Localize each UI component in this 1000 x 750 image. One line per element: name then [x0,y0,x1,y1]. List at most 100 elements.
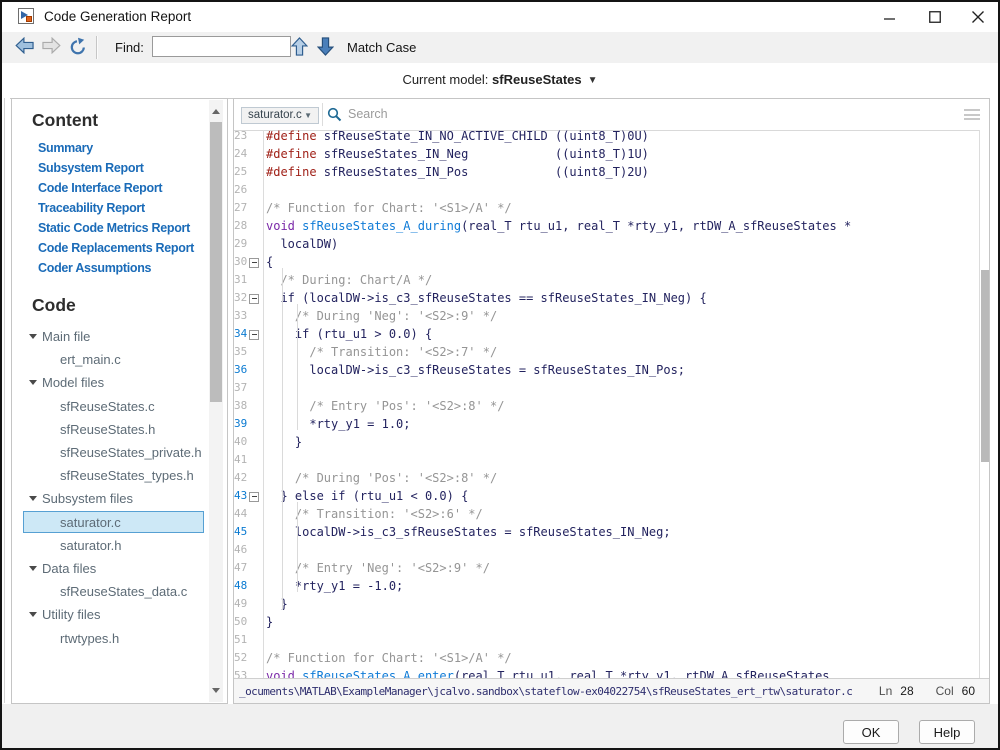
tree-item[interactable]: Data files [12,557,227,580]
code-panel: saturator.c ▼ Search 23 #define sfReuseSt… [233,98,990,704]
code-line: 42 /* During 'Pos': '<S2>:8' */ [234,469,980,487]
line-number[interactable]: 39 [234,415,247,433]
line-number[interactable]: 34 [234,325,247,343]
content-link[interactable]: Code Replacements Report [38,238,194,258]
tree-item-label: sfReuseStates_private.h [60,441,202,464]
tree-item[interactable]: sfReuseStates_data.c [12,580,227,603]
scroll-down-icon[interactable] [212,688,220,693]
toolbar-separator [96,36,98,59]
current-model-bar: Current model: sfReuseStates▼ [2,63,998,98]
minimize-button[interactable] [874,2,906,31]
tree-item[interactable]: saturator.h [12,534,227,557]
code-line: 29 localDW) [234,235,980,253]
line-number: 52 [234,649,247,667]
content-link[interactable]: Summary [38,138,93,158]
find-previous-button[interactable] [291,37,313,58]
tree-collapse-icon[interactable] [29,566,37,571]
code-line: 40 } [234,433,980,451]
ok-button[interactable]: OK [843,720,899,744]
code-area: 23 #define sfReuseState_IN_NO_ACTIVE_CHIL… [234,130,989,678]
line-number[interactable]: 43 [234,487,247,505]
menu-icon[interactable] [964,109,980,121]
tree-item[interactable]: Model files [12,371,227,394]
tree-item[interactable]: saturator.c [12,511,227,534]
code-generation-report-window: Code Generation Report Find: Match Case [0,0,1000,750]
content-link[interactable]: Subsystem Report [38,158,144,178]
match-case-toggle[interactable]: Match Case [347,32,416,63]
content-link[interactable]: Static Code Metrics Report [38,218,190,238]
code-line: 23 #define sfReuseState_IN_NO_ACTIVE_CHIL… [234,130,980,145]
code-panel-header: saturator.c ▼ Search [234,99,989,131]
code-text: /* Entry 'Neg': '<S2>:9' */ [266,559,980,577]
line-number: 51 [234,631,247,649]
code-text: /* Transition: '<S2>:7' */ [266,343,980,361]
fold-toggle-icon[interactable] [249,330,259,340]
current-model-name: sfReuseStates [492,72,582,87]
forward-button[interactable] [42,37,64,58]
code-line: 52/* Function for Chart: '<S1>/A' */ [234,649,980,667]
tree-item[interactable]: rtwtypes.h [12,627,227,650]
line-number: 26 [234,181,247,199]
sidebar-scrollbar[interactable] [209,100,223,702]
code-line: 37 [234,379,980,397]
close-button[interactable] [962,2,994,31]
tree-collapse-icon[interactable] [29,612,37,617]
tree-item[interactable]: Utility files [12,603,227,626]
code-text: void sfReuseStates_A_during(real_T rtu_u… [266,217,980,235]
tree-item-label: Utility files [42,603,101,626]
refresh-button[interactable] [68,37,90,58]
line-number: 25 [234,163,247,181]
line-number: 46 [234,541,247,559]
line-number[interactable]: 48 [234,577,247,595]
fold-toggle-icon[interactable] [249,258,259,268]
fold-toggle-icon[interactable] [249,294,259,304]
tree-collapse-icon[interactable] [29,496,37,501]
code-line: 34 if (rtu_u1 > 0.0) { [234,325,980,343]
tree-item-label: sfReuseStates_data.c [60,580,187,603]
find-next-button[interactable] [317,37,339,58]
code-line: 26 [234,181,980,199]
content-link[interactable]: Coder Assumptions [38,258,151,278]
current-model-selector[interactable]: Current model: sfReuseStates▼ [402,72,597,87]
code-rows: 23 #define sfReuseState_IN_NO_ACTIVE_CHIL… [234,130,980,678]
tree-item[interactable]: ert_main.c [12,348,227,371]
tree-item[interactable]: sfReuseStates.h [12,418,227,441]
code-text: /* Function for Chart: '<S1>/A' */ [266,199,980,217]
tree-item[interactable]: Main file [12,325,227,348]
app-icon-square [26,16,32,22]
line-number: 23 [234,130,247,145]
content-link[interactable]: Code Interface Report [38,178,162,198]
find-input[interactable] [152,36,291,57]
sidebar-scrollbar-thumb[interactable] [210,122,222,402]
code-text: /* Transition: '<S2>:6' */ [266,505,980,523]
tree-collapse-icon[interactable] [29,334,37,339]
help-button[interactable]: Help [919,720,975,744]
search-input[interactable]: Search [348,99,388,130]
tree-item-label: saturator.c [60,511,121,534]
line-number: 30 [234,253,247,271]
tree-item-label: sfReuseStates_types.h [60,464,194,487]
scroll-up-icon[interactable] [212,109,220,114]
line-number[interactable]: 45 [234,523,247,541]
line-number: 49 [234,595,247,613]
tree-item[interactable]: Subsystem files [12,487,227,510]
content-link[interactable]: Traceability Report [38,198,145,218]
tree-item[interactable]: sfReuseStates_types.h [12,464,227,487]
line-number: 33 [234,307,247,325]
tree-collapse-icon[interactable] [29,380,37,385]
tree-item[interactable]: sfReuseStates_private.h [12,441,227,464]
line-number[interactable]: 36 [234,361,247,379]
file-selector-dropdown[interactable]: saturator.c ▼ [241,107,319,124]
code-scrollbar[interactable] [979,130,989,678]
code-text: } [266,595,980,613]
back-button[interactable] [15,37,37,58]
maximize-button[interactable] [919,2,951,31]
tree-item-label: ert_main.c [60,348,121,371]
line-number: 47 [234,559,247,577]
tree-item[interactable]: sfReuseStates.c [12,395,227,418]
code-text: #define sfReuseState_IN_NO_ACTIVE_CHILD … [266,130,980,145]
code-text: #define sfReuseStates_IN_Pos ((uint8_T)2… [266,163,980,181]
code-text: *rty_y1 = 1.0; [266,415,980,433]
code-scrollbar-thumb[interactable] [981,270,989,462]
fold-toggle-icon[interactable] [249,492,259,502]
